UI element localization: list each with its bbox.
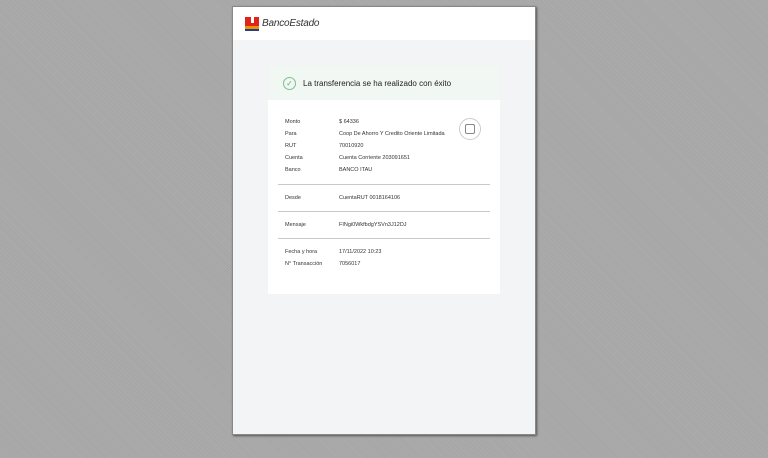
detail-label: Cuenta bbox=[285, 155, 303, 161]
detail-row: Fecha y hora 17/11/2022 10:23 bbox=[285, 246, 483, 258]
detail-value: 70010920 bbox=[339, 143, 364, 149]
detail-label: Para bbox=[285, 131, 297, 137]
detail-value: 17/11/2022 10:23 bbox=[339, 249, 382, 255]
check-circle-icon: ✓ bbox=[283, 76, 296, 90]
bancoestado-logo-icon bbox=[245, 16, 259, 31]
meta-section: Fecha y hora 17/11/2022 10:23 N° Transacc… bbox=[268, 239, 500, 277]
detail-label: N° Transacción bbox=[285, 261, 323, 267]
detail-label: Monto bbox=[285, 119, 301, 125]
brand-name: BancoEstado bbox=[262, 18, 320, 29]
receipt-page: BancoEstado ✓ La transferencia se ha rea… bbox=[232, 6, 536, 435]
detail-value: Coop De Ahorro Y Credito Oriente Limitad… bbox=[339, 131, 445, 137]
detail-value: BANCO ITAU bbox=[339, 167, 373, 173]
detail-label: RUT bbox=[285, 143, 297, 149]
detail-row: Desde CuentaRUT 0018164106 bbox=[285, 192, 483, 204]
success-banner: ✓ La transferencia se ha realizado con é… bbox=[268, 66, 500, 100]
detail-label: Desde bbox=[285, 195, 301, 201]
detail-value: $ 64336 bbox=[339, 119, 359, 125]
detail-row: Para Coop De Ahorro Y Credito Oriente Lim… bbox=[285, 128, 483, 140]
detail-label: Fecha y hora bbox=[285, 249, 318, 255]
message-section: Mensaje FINgi0WkfbdgYSVn3J12DJ bbox=[268, 212, 500, 238]
seal-stamp-icon bbox=[459, 118, 481, 140]
detail-label: Banco bbox=[285, 167, 301, 173]
detail-value: CuentaRUT 0018164106 bbox=[339, 195, 401, 201]
detail-row: Banco BANCO ITAU bbox=[285, 164, 483, 176]
detail-row: RUT 70010920 bbox=[285, 140, 483, 152]
detail-value: Cuenta Corriente 203091651 bbox=[339, 155, 410, 161]
detail-row: Monto $ 64336 bbox=[285, 116, 483, 128]
detail-label: Mensaje bbox=[285, 222, 306, 228]
transfer-receipt-card: ✓ La transferencia se ha realizado con é… bbox=[268, 66, 500, 294]
success-message: La transferencia se ha realizado con éxi… bbox=[303, 78, 452, 88]
detail-row: Mensaje FINgi0WkfbdgYSVn3J12DJ bbox=[285, 219, 483, 231]
detail-value: FINgi0WkfbdgYSVn3J12DJ bbox=[339, 222, 407, 228]
header: BancoEstado bbox=[233, 7, 535, 40]
detail-row: Cuenta Cuenta Corriente 203091651 bbox=[285, 152, 483, 164]
detail-value: 7056017 bbox=[339, 261, 361, 267]
detail-row: N° Transacción 7056017 bbox=[285, 258, 483, 270]
recipient-details: Monto $ 64336 Para Coop De Ahorro Y Credit… bbox=[268, 100, 500, 184]
from-section: Desde CuentaRUT 0018164106 bbox=[268, 185, 500, 211]
